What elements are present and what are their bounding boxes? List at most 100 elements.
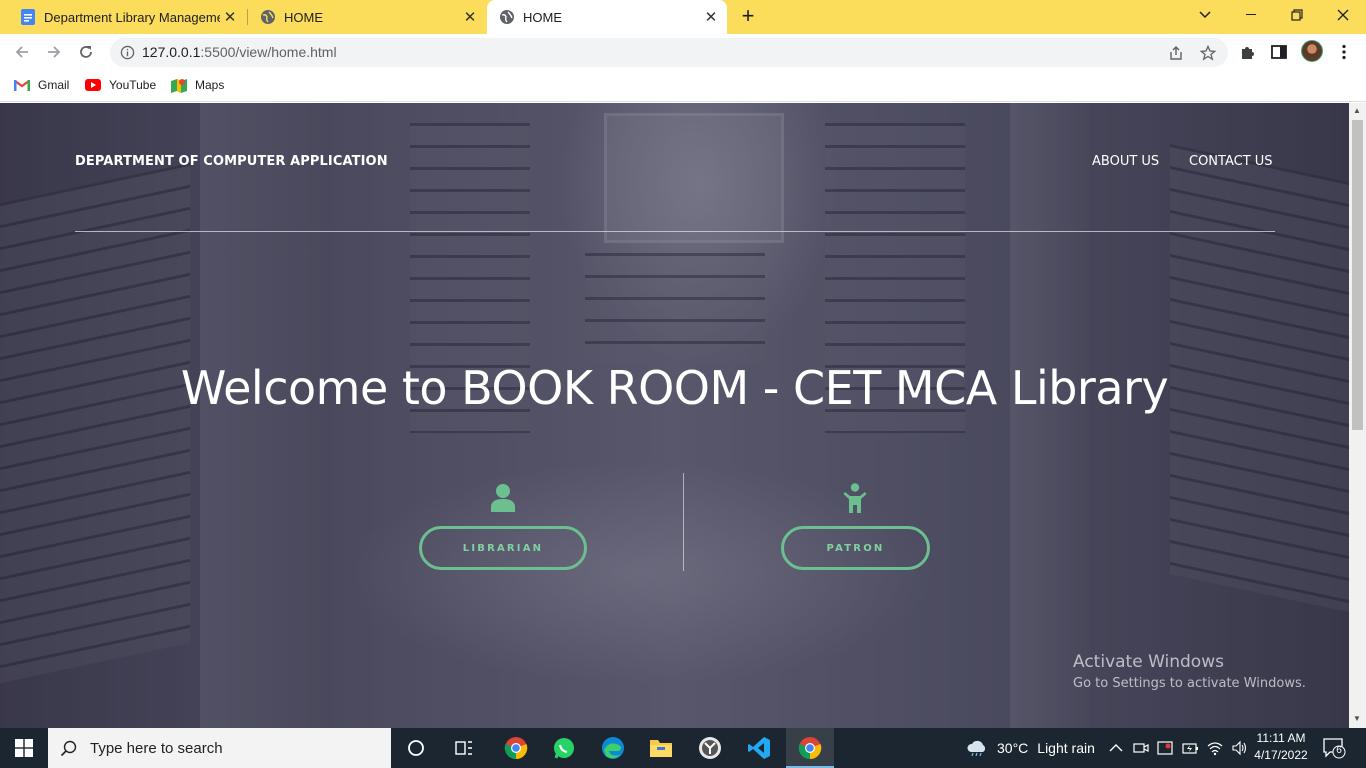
tab-search-button[interactable] xyxy=(1182,0,1228,30)
page-title: Welcome to BOOK ROOM - CET MCA Library xyxy=(180,361,1169,415)
close-icon[interactable]: ✕ xyxy=(460,7,480,27)
taskbar-whatsapp[interactable] xyxy=(550,734,578,762)
page-viewport: DEPARTMENT OF COMPUTER APPLICATION ABOUT… xyxy=(0,103,1349,728)
battery-icon[interactable] xyxy=(1181,740,1199,756)
role-divider xyxy=(683,473,684,571)
scrollbar-thumb[interactable] xyxy=(1352,120,1363,430)
search-placeholder: Type here to search xyxy=(90,739,223,757)
cortana-button[interactable] xyxy=(402,734,430,762)
taskbar-chrome-1[interactable] xyxy=(502,734,530,762)
side-panel-icon[interactable] xyxy=(1270,43,1288,61)
app-icon xyxy=(699,737,721,759)
taskbar-search-box[interactable]: Type here to search xyxy=(48,728,391,768)
extensions-icon[interactable] xyxy=(1239,43,1257,61)
taskbar-file-explorer[interactable] xyxy=(647,734,675,762)
minimize-button[interactable] xyxy=(1228,0,1274,30)
page-scrollbar[interactable]: ▲ ▼ xyxy=(1349,103,1366,728)
close-icon xyxy=(1337,9,1349,21)
patron-button[interactable]: PATRON xyxy=(781,526,930,570)
weather-widget[interactable]: 30°C Light rain xyxy=(966,728,1095,768)
maps-icon xyxy=(171,77,187,93)
clock-date: 4/17/2022 xyxy=(1254,748,1308,762)
tab-title: HOME xyxy=(523,9,562,25)
windows-logo-icon xyxy=(15,739,33,757)
chrome-icon xyxy=(798,737,822,760)
close-icon[interactable]: ✕ xyxy=(220,7,240,27)
bookmark-label: YouTube xyxy=(109,78,157,92)
bookmark-label: Gmail xyxy=(38,78,70,92)
cortana-icon xyxy=(408,740,424,756)
star-icon[interactable] xyxy=(1200,45,1216,61)
globe-icon xyxy=(499,9,515,25)
volume-icon[interactable] xyxy=(1231,740,1249,756)
meet-now-icon[interactable] xyxy=(1133,740,1149,756)
notification-center-button[interactable]: 6 xyxy=(1322,737,1346,759)
whatsapp-icon xyxy=(554,738,574,759)
browser-tab-strip: Department Library Management ✕ HOME ✕ H… xyxy=(0,0,1366,34)
rain-cloud-icon xyxy=(967,740,986,756)
system-clock[interactable]: 11:11 AM 4/17/2022 xyxy=(1250,730,1312,764)
restore-button[interactable] xyxy=(1274,0,1320,30)
folder-icon xyxy=(650,740,672,757)
librarian-button[interactable]: LIBRARIAN xyxy=(419,526,587,570)
windows-taskbar: Type here to search 30°C Light rain 11:1… xyxy=(0,728,1366,768)
tab-home-1[interactable]: HOME ✕ xyxy=(240,0,486,34)
scroll-up-icon[interactable]: ▲ xyxy=(1353,106,1361,115)
info-icon[interactable] xyxy=(120,45,135,60)
tray-app-icon[interactable] xyxy=(1157,740,1173,756)
search-icon xyxy=(60,740,77,757)
user-icon xyxy=(491,484,515,512)
edge-icon xyxy=(602,737,624,759)
clock-time: 11:11 AM xyxy=(1256,731,1306,745)
share-icon[interactable] xyxy=(1168,45,1184,61)
url-text[interactable]: 127.0.0.1:5500/view/home.html xyxy=(142,44,337,60)
bookmark-maps[interactable]: Maps xyxy=(171,77,224,93)
url-path: :5500/view/home.html xyxy=(200,44,337,60)
weather-temp: 30°C xyxy=(997,740,1029,756)
watermark-title: Activate Windows xyxy=(1073,652,1224,672)
nav-about-us[interactable]: ABOUT US xyxy=(1092,154,1159,169)
start-button[interactable] xyxy=(0,728,48,768)
chevron-up-icon[interactable] xyxy=(1109,743,1123,753)
tab-home-2[interactable]: HOME ✕ xyxy=(487,0,727,34)
bookmark-youtube[interactable]: YouTube xyxy=(85,77,156,93)
task-view-icon xyxy=(455,741,472,755)
bookmark-gmail[interactable]: Gmail xyxy=(14,77,69,93)
youtube-icon xyxy=(85,77,101,93)
forward-button[interactable] xyxy=(42,40,66,64)
gmail-icon xyxy=(14,77,30,93)
system-tray-icons xyxy=(1109,728,1249,768)
new-tab-button[interactable]: + xyxy=(737,5,759,27)
wifi-icon[interactable] xyxy=(1207,740,1223,756)
notification-count: 6 xyxy=(1336,745,1342,756)
bookmarks-bar: Gmail YouTube Maps xyxy=(0,71,1366,102)
vscode-icon xyxy=(748,737,770,759)
taskbar-chrome-2[interactable] xyxy=(796,734,824,762)
profile-avatar[interactable] xyxy=(1301,40,1323,62)
site-brand[interactable]: DEPARTMENT OF COMPUTER APPLICATION xyxy=(75,154,388,169)
watermark-subtitle: Go to Settings to activate Windows. xyxy=(1073,676,1306,691)
chrome-icon xyxy=(504,737,528,760)
task-view-button[interactable] xyxy=(450,734,478,762)
restore-icon xyxy=(1291,9,1303,21)
minimize-icon xyxy=(1246,14,1256,15)
reload-button[interactable] xyxy=(74,40,98,64)
bookmark-label: Maps xyxy=(195,78,225,92)
address-bar[interactable]: 127.0.0.1:5500/view/home.html xyxy=(110,38,1228,67)
header-divider xyxy=(75,231,1275,232)
taskbar-vscode[interactable] xyxy=(745,734,773,762)
taskbar-app-clock[interactable] xyxy=(696,734,724,762)
activate-windows-watermark: Activate Windows Go to Settings to activ… xyxy=(1073,652,1306,691)
weather-desc: Light rain xyxy=(1037,740,1095,756)
child-icon xyxy=(843,483,867,513)
back-button[interactable] xyxy=(10,40,34,64)
nav-contact-us[interactable]: CONTACT US xyxy=(1189,154,1273,169)
tab-title: HOME xyxy=(284,9,323,25)
globe-icon xyxy=(260,9,276,25)
close-icon[interactable]: ✕ xyxy=(701,7,721,27)
more-vertical-icon[interactable] xyxy=(1335,43,1353,61)
tab-department-library[interactable]: Department Library Management ✕ xyxy=(0,0,246,34)
close-window-button[interactable] xyxy=(1320,0,1366,30)
taskbar-edge[interactable] xyxy=(599,734,627,762)
scroll-down-icon[interactable]: ▼ xyxy=(1353,714,1361,723)
